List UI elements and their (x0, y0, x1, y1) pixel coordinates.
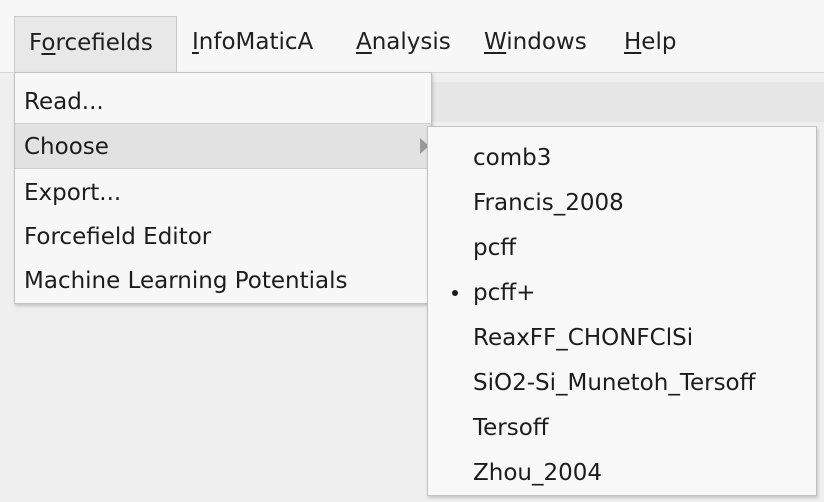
forcefield-option-label: Francis_2008 (473, 190, 624, 216)
menu-forcefields-label-pre: F (29, 30, 42, 56)
menu-item-machine-learning-potentials[interactable]: Machine Learning Potentials (15, 258, 431, 304)
forcefield-option-tersoff[interactable]: Tersoff (428, 405, 816, 451)
forcefield-option-pcff[interactable]: pcff (428, 225, 816, 271)
forcefield-option-label: Tersoff (473, 415, 549, 441)
application-window: Forcefields InfoMaticA Analysis Windows … (0, 0, 824, 502)
menu-forcefields-label-post: rcefields (55, 30, 153, 56)
forcefield-option-francis-2008[interactable]: Francis_2008 (428, 180, 816, 226)
forcefield-option-label: pcff (473, 235, 517, 261)
background-toolbar-area (432, 82, 824, 122)
choose-submenu: comb3 Francis_2008 pcff pcff+ ReaxFF_CHO… (427, 126, 817, 496)
menu-help-label-post: elp (641, 29, 677, 55)
menu-item-forcefield-editor-label: Forcefield Editor (24, 224, 212, 250)
menu-windows-label-post: indows (506, 29, 587, 55)
forcefields-dropdown-menu: Read... Choose Export... Forcefield Edit… (14, 72, 432, 304)
menu-analysis-mnemonic: A (356, 29, 372, 55)
menu-windows-mnemonic: W (484, 29, 507, 55)
forcefield-option-label: comb3 (473, 145, 552, 171)
selected-bullet-icon (452, 290, 458, 296)
forcefield-option-zhou-2004[interactable]: Zhou_2004 (428, 450, 816, 496)
menu-analysis[interactable]: Analysis (356, 16, 451, 72)
menu-item-export-label: Export... (24, 180, 122, 206)
forcefield-option-sio2-si-munetoh-tersoff[interactable]: SiO2-Si_Munetoh_Tersoff (428, 360, 816, 406)
forcefield-option-label: SiO2-Si_Munetoh_Tersoff (473, 370, 756, 396)
menu-item-forcefield-editor[interactable]: Forcefield Editor (15, 214, 431, 260)
menu-windows[interactable]: Windows (484, 16, 587, 72)
forcefield-option-comb3[interactable]: comb3 (428, 135, 816, 181)
menu-forcefields[interactable]: Forcefields (14, 16, 177, 72)
menu-analysis-label-post: nalysis (371, 29, 451, 55)
menubar: Forcefields InfoMaticA Analysis Windows … (0, 0, 824, 73)
menu-item-machine-learning-potentials-label: Machine Learning Potentials (24, 268, 348, 294)
menu-forcefields-mnemonic: o (41, 30, 56, 56)
menu-item-read[interactable]: Read... (15, 79, 431, 125)
menu-help-mnemonic: H (624, 29, 642, 55)
forcefield-option-reaxff-chonfclsi[interactable]: ReaxFF_CHONFClSi (428, 315, 816, 361)
menu-item-export[interactable]: Export... (15, 170, 431, 216)
menu-item-choose[interactable]: Choose (15, 123, 431, 169)
forcefield-option-pcff-plus[interactable]: pcff+ (428, 270, 816, 316)
menu-item-read-label: Read... (24, 89, 104, 115)
forcefield-option-label: Zhou_2004 (473, 460, 603, 486)
menu-infomatica[interactable]: InfoMaticA (192, 16, 313, 72)
menu-item-choose-label: Choose (24, 134, 109, 160)
forcefield-option-label: ReaxFF_CHONFClSi (473, 325, 694, 351)
menu-infomatica-mnemonic: I (192, 29, 199, 55)
menu-help[interactable]: Help (624, 16, 676, 72)
menu-infomatica-label-post: nfoMaticA (198, 29, 314, 55)
forcefield-option-label: pcff+ (473, 280, 536, 306)
